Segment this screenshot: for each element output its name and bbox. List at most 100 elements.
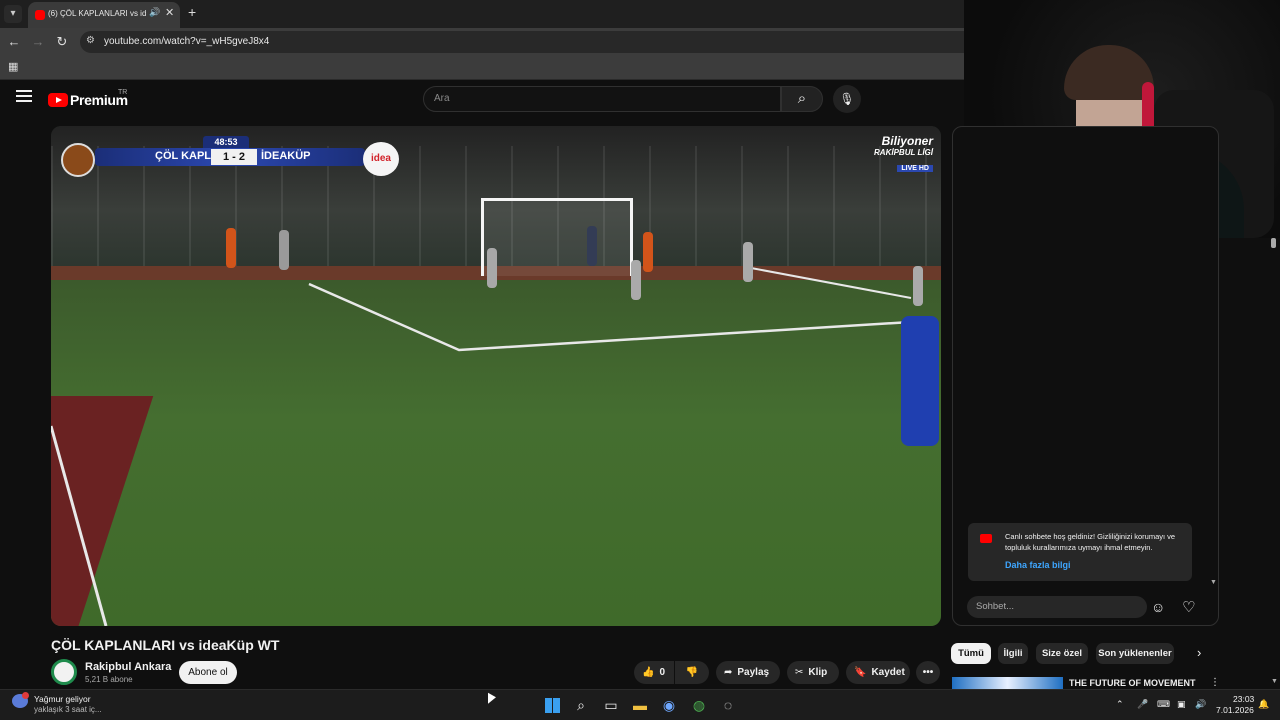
apps-grid-icon[interactable]: ▦ xyxy=(8,60,18,73)
learn-more-link[interactable]: Daha fazla bilgi xyxy=(1005,560,1071,570)
reload-icon[interactable]: ↻ xyxy=(54,34,70,50)
youtube-icon xyxy=(980,534,992,543)
forward-arrow-icon[interactable]: → xyxy=(30,34,46,49)
dislike-button[interactable]: 👎 xyxy=(675,661,709,684)
like-count: 0 xyxy=(659,667,666,678)
address-bar[interactable]: ⚙ youtube.com/watch?v=_wH5gveJ8x4 xyxy=(80,31,964,53)
subscribe-button[interactable]: Abone ol xyxy=(179,661,237,684)
player xyxy=(631,260,641,300)
weather-title[interactable]: Yağmur geliyor xyxy=(34,694,91,704)
audio-playing-icon[interactable]: 🔊 xyxy=(149,7,160,18)
tray-volume-icon[interactable]: 🔊 xyxy=(1195,699,1206,710)
player xyxy=(913,266,923,306)
recommended-more-icon[interactable]: ⋮ xyxy=(1210,677,1220,688)
player xyxy=(487,248,497,288)
home-team-name: ÇÖL KAPL xyxy=(155,150,212,162)
chat-scrollbar[interactable] xyxy=(1271,238,1276,248)
channel-name[interactable]: Rakipbul Ankara xyxy=(85,661,171,673)
search-icon: ⌕ xyxy=(797,90,807,107)
broadcaster-name: Biliyoner xyxy=(881,134,933,148)
welcome-message: Canlı sohbete hoş geldiniz! Gizliliğiniz… xyxy=(1005,532,1176,552)
clock-date[interactable]: 7.01.2026 xyxy=(1216,705,1254,715)
channel-avatar[interactable] xyxy=(51,659,77,685)
away-team-logo: idea xyxy=(363,142,399,176)
hamburger-menu-icon[interactable] xyxy=(16,90,32,104)
tab-search-dropdown-icon[interactable]: ▾ xyxy=(4,5,22,23)
voice-search-button[interactable]: 🎙 xyxy=(833,85,861,113)
clip-label: Klip xyxy=(808,667,828,678)
clock-time[interactable]: 23:03 xyxy=(1233,694,1254,704)
save-label: Kaydet xyxy=(871,667,905,678)
player xyxy=(226,228,236,268)
browser-tab-strip: ▾ (6) ÇÖL KAPLANLARI vs ideaKüp WT 🔊 ✕ + xyxy=(0,0,964,28)
chat-placeholder: Sohbet... xyxy=(976,601,1015,612)
task-view-icon[interactable]: ▭ xyxy=(600,695,622,715)
youtube-play-icon xyxy=(48,93,68,107)
chrome-icon[interactable]: ◍ xyxy=(688,695,710,715)
thumbs-up-icon: 👍 xyxy=(642,667,655,678)
chat-scroll-down-icon[interactable]: ▼ xyxy=(1210,579,1217,586)
tray-network-icon[interactable]: ▣ xyxy=(1177,699,1186,710)
more-dots-icon: ••• xyxy=(922,667,934,678)
subscriber-count: 5,21 B abone xyxy=(85,675,133,684)
save-button[interactable]: 🔖 Kaydet xyxy=(846,661,910,684)
score: 1 - 2 xyxy=(211,149,257,165)
share-arrow-icon: ➦ xyxy=(724,667,733,678)
taskbar-search-icon[interactable]: ⌕ xyxy=(570,695,592,715)
video-title: ÇÖL KAPLANLARI vs ideaKüp WT xyxy=(51,637,280,653)
home-team-logo xyxy=(61,143,95,177)
youtube-header: Premium TR Ara ⌕ 🎙 xyxy=(0,81,964,117)
search-input[interactable]: Ara xyxy=(423,86,781,112)
chat-input[interactable]: Sohbet... xyxy=(967,596,1147,618)
site-info-icon[interactable]: ⚙ xyxy=(86,35,95,46)
tray-chevron-icon[interactable]: ⌃ xyxy=(1116,699,1124,710)
page-scroll-down-icon[interactable]: ▼ xyxy=(1271,678,1278,685)
bookmark-icon: 🔖 xyxy=(854,667,867,678)
bookmarks-bar: ▦ xyxy=(0,56,964,80)
app-icon[interactable]: ◉ xyxy=(658,695,680,715)
tray-keyboard-icon[interactable]: ⌨ xyxy=(1157,699,1170,710)
tray-mic-icon[interactable]: 🎤 xyxy=(1137,699,1148,710)
emoji-picker-icon[interactable]: ☺ xyxy=(1151,599,1165,615)
like-button[interactable]: 👍 0 xyxy=(634,661,674,684)
heart-reaction-icon[interactable]: ♡ xyxy=(1182,598,1195,616)
notification-center-icon[interactable]: 🔔 xyxy=(1258,699,1269,710)
chip-related[interactable]: İlgili xyxy=(998,643,1028,664)
more-actions-button[interactable]: ••• xyxy=(916,661,940,684)
search-placeholder: Ara xyxy=(434,93,450,104)
app-notification-icon[interactable]: ◌ xyxy=(717,695,739,715)
browser-toolbar: ← → ↻ ⚙ youtube.com/watch?v=_wH5gveJ8x4 xyxy=(0,28,964,56)
url-text[interactable]: youtube.com/watch?v=_wH5gveJ8x4 xyxy=(104,36,269,47)
player xyxy=(279,230,289,270)
search-button[interactable]: ⌕ xyxy=(781,86,823,112)
share-button[interactable]: ➦ Paylaş xyxy=(716,661,780,684)
browser-tab[interactable]: (6) ÇÖL KAPLANLARI vs ideaKüp WT 🔊 ✕ xyxy=(28,2,180,28)
weather-alert-badge xyxy=(22,692,29,699)
youtube-favicon-icon xyxy=(35,10,45,20)
player xyxy=(587,226,597,266)
new-tab-button[interactable]: + xyxy=(188,4,196,20)
thumbs-down-icon: 👎 xyxy=(685,667,699,678)
back-arrow-icon[interactable]: ← xyxy=(6,34,22,49)
headset-icon xyxy=(1142,82,1154,132)
close-tab-icon[interactable]: ✕ xyxy=(165,6,174,19)
file-explorer-icon[interactable]: ▬ xyxy=(629,695,651,715)
windows-taskbar: Yağmur geliyor yaklaşık 3 saat iç... ⌕ ▭… xyxy=(0,689,1280,720)
chip-for-you[interactable]: Size özel xyxy=(1036,643,1088,664)
match-clock: 48:53 xyxy=(203,136,249,148)
pitch-lines xyxy=(51,267,912,626)
chip-all[interactable]: Tümü xyxy=(951,643,991,664)
away-team-name: İDEAKÜP xyxy=(261,150,311,162)
weather-subtitle[interactable]: yaklaşık 3 saat iç... xyxy=(34,705,102,714)
video-player[interactable]: ÇÖL KAPL 1 - 2 İDEAKÜP 48:53 idea Biliyo… xyxy=(51,126,941,626)
tab-title: (6) ÇÖL KAPLANLARI vs ideaKüp WT xyxy=(48,9,146,18)
chevron-right-icon[interactable]: › xyxy=(1197,645,1201,660)
chip-recently-uploaded[interactable]: Son yüklenenler xyxy=(1096,643,1174,664)
microphone-icon: 🎙 xyxy=(839,92,855,106)
windows-start-icon[interactable] xyxy=(541,695,563,715)
recommended-title[interactable]: THE FUTURE OF MOVEMENT xyxy=(1069,678,1196,688)
player xyxy=(743,242,753,282)
clip-button[interactable]: ✂ Klip xyxy=(787,661,839,684)
player xyxy=(643,232,653,272)
scissors-icon: ✂ xyxy=(795,667,804,678)
